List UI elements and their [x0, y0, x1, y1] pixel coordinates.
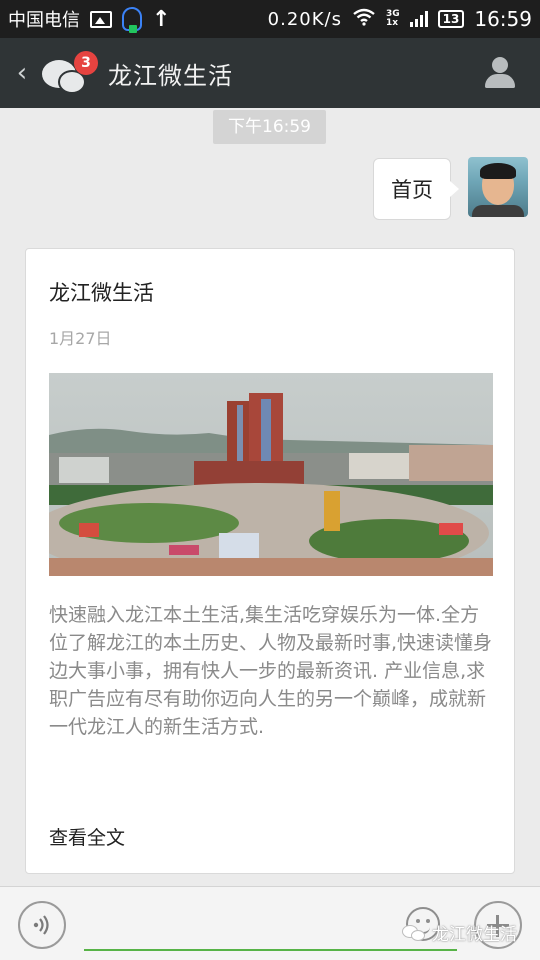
watermark-text: 龙江微生活: [432, 925, 517, 945]
sent-message-bubble[interactable]: 首页: [373, 158, 459, 220]
network-type: 3G 1x: [386, 10, 400, 28]
image-icon: [90, 10, 112, 28]
article-title: 龙江微生活: [49, 281, 154, 305]
chat-header: ‹ 3 龙江微生活: [0, 38, 540, 108]
article-cover-image[interactable]: [49, 373, 493, 576]
wechat-chat-icon[interactable]: 3: [40, 48, 98, 98]
battery-icon: 13: [437, 10, 465, 28]
back-chevron-icon: ‹: [16, 58, 28, 88]
signal-icon: [409, 11, 428, 27]
wifi-icon: [352, 8, 376, 31]
article-date: 1月27日: [49, 329, 112, 348]
article-description: 快速融入龙江本土生活,集生活吃穿娱乐为一体.全方位了解龙江的本土历史、人物及最新…: [49, 604, 493, 738]
message-time-label: 下午16:59: [213, 110, 326, 144]
wechat-logo-icon: [402, 923, 428, 943]
back-button[interactable]: ‹: [6, 38, 38, 108]
unread-badge: 3: [74, 51, 98, 75]
user-avatar[interactable]: [468, 157, 528, 217]
upload-arrow-icon: ↑: [152, 6, 171, 32]
net-type-bottom: 1x: [386, 18, 399, 28]
network-speed: 0.20K/s: [267, 8, 342, 30]
voice-icon[interactable]: [18, 901, 66, 949]
profile-icon[interactable]: [484, 55, 516, 91]
qq-icon: [122, 7, 142, 33]
chat-title: 龙江微生活: [108, 61, 233, 90]
status-bar: 中国电信 ↑ 0.20K/s 3G 1x 13 16:59: [0, 0, 540, 38]
read-full-article-link[interactable]: 查看全文: [49, 823, 125, 850]
carrier-label: 中国电信: [8, 10, 80, 31]
status-time: 16:59: [474, 7, 532, 31]
article-card[interactable]: 龙江微生活 1月27日 快速融入龙江本土生活,集生活吃穿娱乐为一体.全方位了解龙…: [25, 248, 515, 874]
watermark: 龙江微生活: [402, 920, 517, 945]
